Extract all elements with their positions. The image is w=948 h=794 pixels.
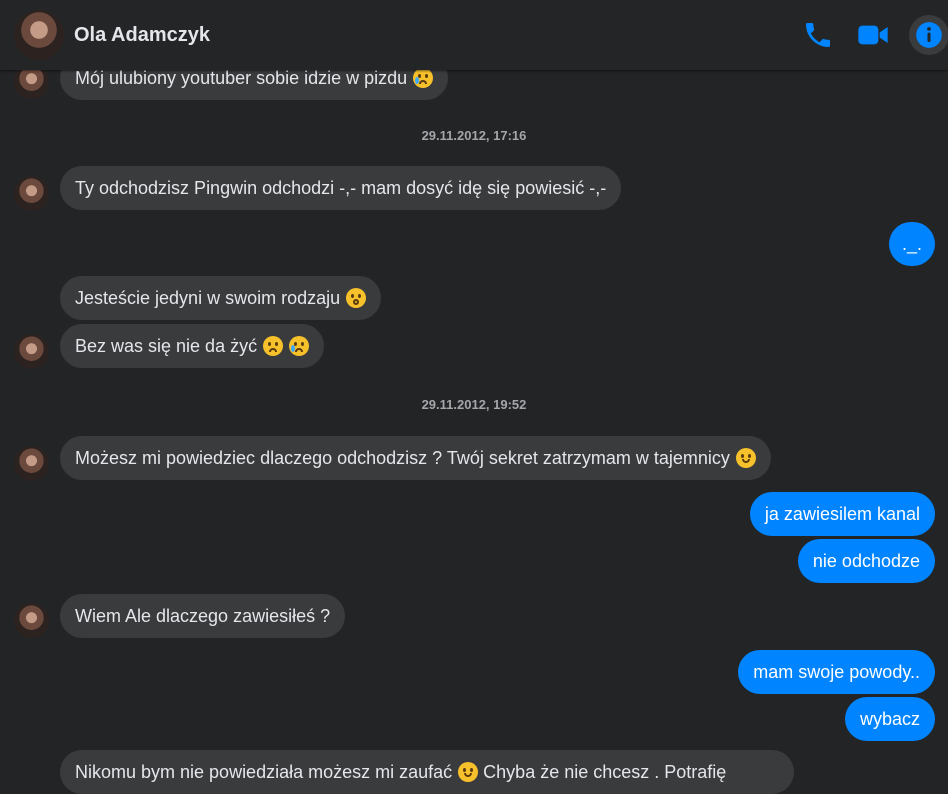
message-text: Nikomu bym nie powiedziała możesz mi zau…	[75, 762, 453, 782]
smiling-emoji-icon	[458, 762, 479, 782]
message-text: mam swoje powody..	[753, 662, 920, 682]
smiling-emoji-icon	[735, 448, 756, 468]
message-text: Możesz mi powiedziec dlaczego odchodzisz…	[75, 448, 730, 468]
contact-name[interactable]: Ola Adamczyk	[74, 24, 210, 47]
info-icon[interactable]	[909, 15, 948, 55]
message-incoming[interactable]: Jesteście jedyni w swoim rodzaju	[60, 276, 382, 320]
crying-emoji-icon	[289, 336, 310, 356]
message-text: Chyba że nie chcesz . Potrafię	[483, 762, 727, 782]
message-incoming[interactable]: Nikomu bym nie powiedziała możesz mi zau…	[60, 750, 794, 794]
timestamp: 29.11.2012, 17:16	[421, 128, 527, 143]
message-text: nie odchodze	[812, 551, 920, 571]
message-outgoing[interactable]: wybacz	[844, 697, 935, 741]
message-outgoing[interactable]: ._.	[889, 222, 935, 266]
message-outgoing[interactable]: mam swoje powody..	[738, 650, 935, 694]
message-text: ja zawiesilem kanal	[764, 504, 920, 524]
crying-emoji-icon	[413, 68, 434, 88]
message-list[interactable]: Mój ulubiony youtuber sobie idzie w pizd…	[0, 0, 948, 794]
phone-icon[interactable]	[802, 19, 834, 51]
contact-avatar[interactable]	[14, 446, 49, 481]
video-icon[interactable]	[857, 19, 889, 51]
message-text: wybacz	[859, 709, 920, 729]
message-incoming[interactable]: Bez was się nie da żyć	[60, 324, 325, 368]
message-outgoing[interactable]: ja zawiesilem kanal	[749, 492, 935, 536]
message-text: Ty odchodzisz Pingwin odchodzi -,- mam d…	[75, 178, 607, 198]
message-text: Bez was się nie da żyć	[75, 336, 258, 356]
message-incoming[interactable]: Ty odchodzisz Pingwin odchodzi -,- mam d…	[60, 166, 622, 210]
timestamp: 29.11.2012, 19:52	[421, 397, 527, 412]
conversation-header: Ola Adamczyk	[0, 0, 948, 70]
contact-avatar[interactable]	[14, 603, 49, 638]
contact-avatar[interactable]	[14, 10, 64, 60]
message-text: ._.	[901, 234, 922, 254]
pleading-emoji-icon	[346, 288, 367, 308]
message-text: Jesteście jedyni w swoim rodzaju	[75, 288, 341, 308]
frowning-emoji-icon	[263, 336, 284, 356]
contact-avatar[interactable]	[14, 176, 49, 211]
message-text: Wiem Ale dlaczego zawiesiłeś ?	[75, 606, 331, 626]
message-incoming[interactable]: Możesz mi powiedziec dlaczego odchodzisz…	[60, 436, 771, 480]
message-outgoing[interactable]: nie odchodze	[797, 539, 935, 583]
contact-avatar[interactable]	[14, 334, 49, 369]
message-text: Mój ulubiony youtuber sobie idzie w pizd…	[75, 68, 408, 88]
message-incoming[interactable]: Wiem Ale dlaczego zawiesiłeś ?	[60, 594, 346, 638]
